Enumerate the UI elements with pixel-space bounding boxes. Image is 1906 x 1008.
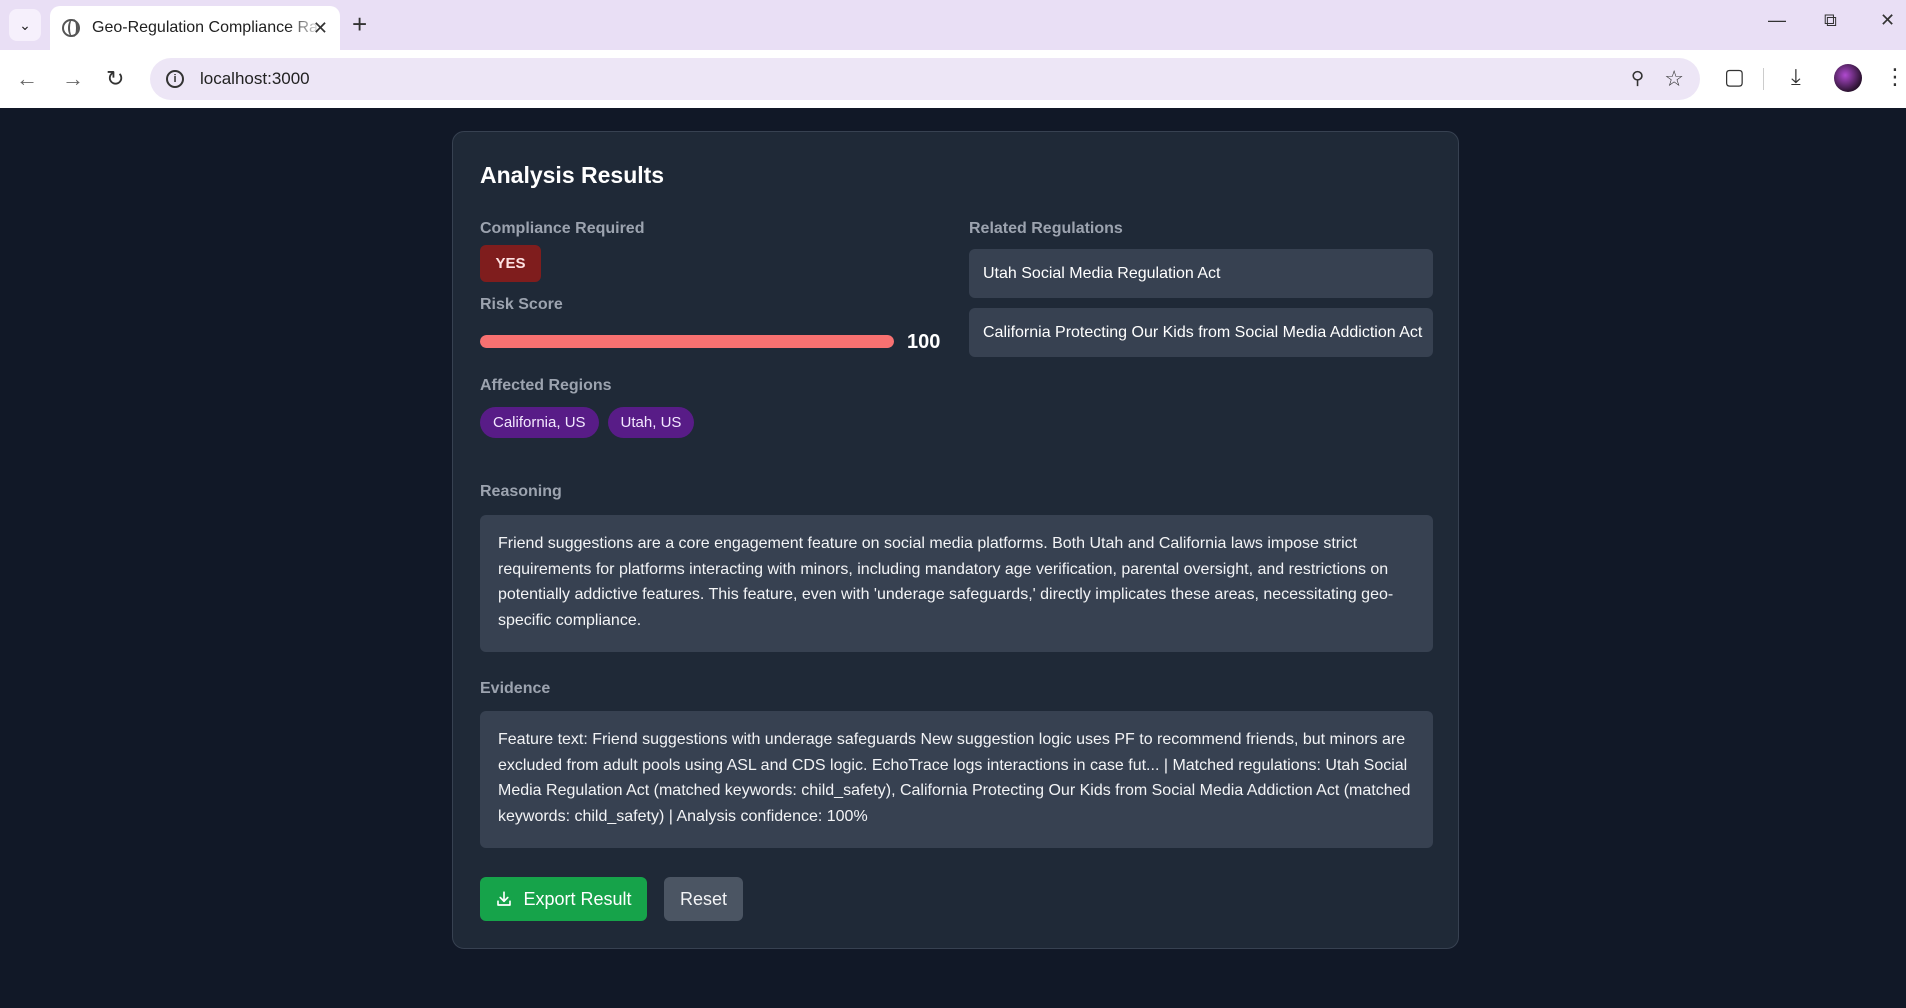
profile-avatar[interactable] <box>1834 64 1862 92</box>
results-title: Analysis Results <box>480 162 665 188</box>
restore-icon[interactable]: ⧉ <box>1824 10 1837 31</box>
toolbar-divider <box>1763 68 1764 90</box>
region-chip: California, US <box>480 407 599 438</box>
browser-tab-bar: ⌄ Geo-Regulation Compliance Ra ✕ + — ⧉ ✕ <box>0 0 1906 50</box>
forward-icon[interactable]: → <box>62 66 84 92</box>
risk-score-label: Risk Score <box>480 296 563 313</box>
globe-icon <box>62 19 80 37</box>
region-chip: Utah, US <box>607 407 695 438</box>
zoom-icon[interactable]: ⚲ <box>1631 68 1644 89</box>
download-icon <box>497 891 512 906</box>
related-regulations-list: Utah Social Media Regulation Act Califor… <box>969 249 1433 367</box>
browser-tab[interactable]: Geo-Regulation Compliance Ra ✕ <box>50 6 340 50</box>
address-bar[interactable]: i localhost:3000 ⚲ ☆ <box>150 58 1700 100</box>
window-close-icon[interactable]: ✕ <box>1880 10 1895 31</box>
export-result-label: Export Result <box>523 888 632 909</box>
reset-button[interactable]: Reset <box>664 877 743 921</box>
back-icon[interactable]: ← <box>16 66 38 92</box>
analysis-results-card: Analysis Results Compliance Required YES… <box>452 131 1459 949</box>
url-text[interactable]: localhost:3000 <box>200 69 310 89</box>
extensions-icon[interactable]: ▢ <box>1724 64 1745 90</box>
regulation-item: California Protecting Our Kids from Soci… <box>969 308 1433 357</box>
new-tab-icon[interactable]: + <box>352 11 367 37</box>
risk-score-bar <box>480 335 894 348</box>
compliance-badge: YES <box>480 245 541 282</box>
risk-score-fill <box>480 335 894 348</box>
related-regulations-label: Related Regulations <box>969 220 1123 237</box>
reload-icon[interactable]: ↻ <box>106 66 124 92</box>
downloads-icon[interactable]: ⤓ <box>1791 64 1801 90</box>
regulation-item: Utah Social Media Regulation Act <box>969 249 1433 298</box>
more-menu-icon[interactable]: ⋮ <box>1884 64 1906 90</box>
tab-search-icon[interactable]: ⌄ <box>9 9 41 41</box>
tab-title: Geo-Regulation Compliance Ra <box>92 19 318 36</box>
reasoning-text: Friend suggestions are a core engagement… <box>480 515 1433 652</box>
evidence-label: Evidence <box>480 680 551 697</box>
evidence-text: Feature text: Friend suggestions with un… <box>480 711 1433 848</box>
affected-regions-label: Affected Regions <box>480 377 612 394</box>
close-icon[interactable]: ✕ <box>313 18 328 39</box>
affected-regions-list: California, US Utah, US <box>480 407 695 438</box>
minimize-icon[interactable]: — <box>1768 10 1786 31</box>
compliance-label: Compliance Required <box>480 220 645 237</box>
site-info-icon[interactable]: i <box>166 70 184 88</box>
export-result-button[interactable]: Export Result <box>480 877 647 921</box>
risk-score-value: 100 <box>907 331 941 353</box>
bookmark-star-icon[interactable]: ☆ <box>1664 66 1684 92</box>
browser-toolbar: ← → ↻ i localhost:3000 ⚲ ☆ ▢ ⤓ ⋮ <box>0 50 1906 108</box>
reasoning-label: Reasoning <box>480 483 562 500</box>
